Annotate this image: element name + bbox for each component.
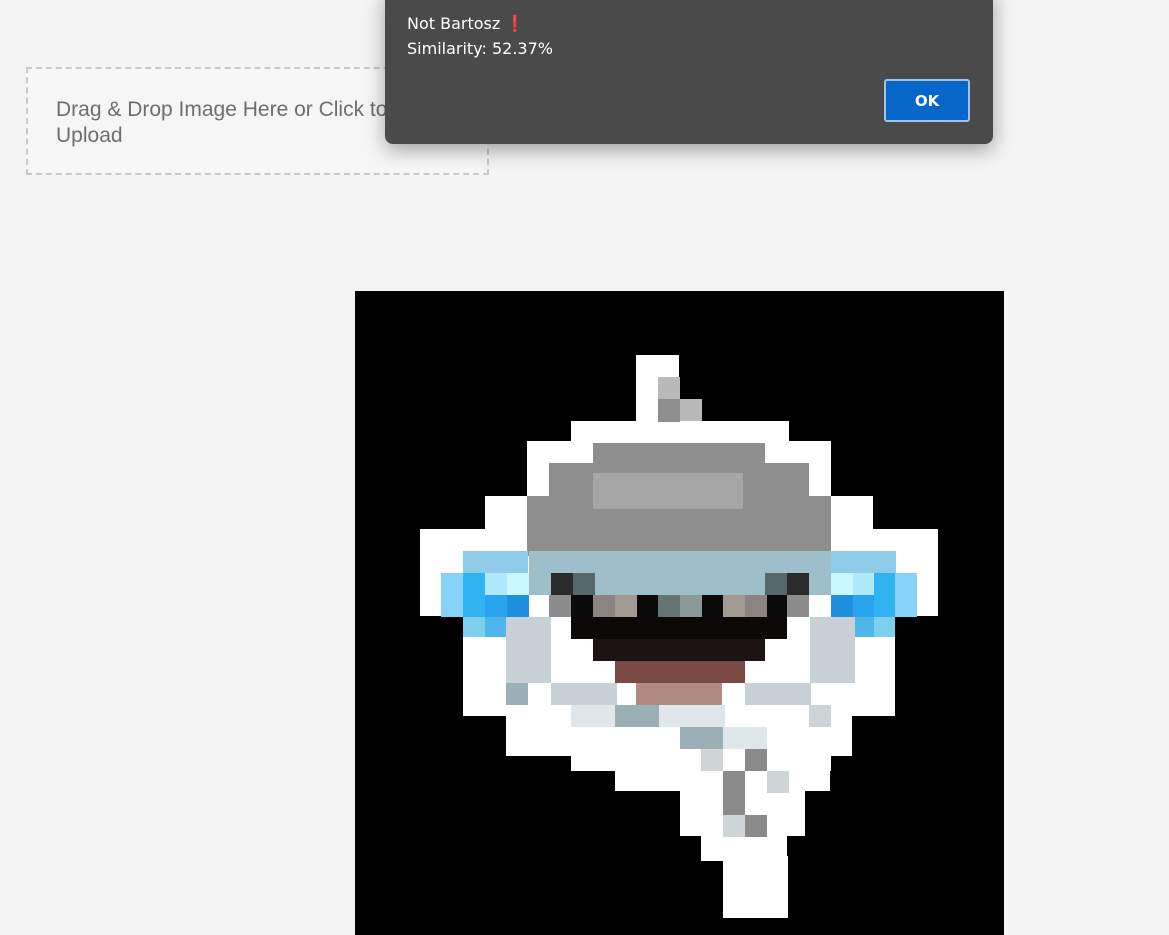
- result-line: Not Bartosz ❗: [407, 11, 553, 36]
- pixelated-crying-laughing-face-icon: [355, 291, 1004, 935]
- alert-dialog: Not Bartosz ❗ Similarity: 52.37% OK: [385, 0, 993, 144]
- similarity-text: Similarity: 52.37%: [407, 39, 553, 58]
- uploaded-image-preview: [355, 291, 1004, 935]
- exclamation-icon: ❗: [505, 14, 526, 33]
- result-text: Not Bartosz: [407, 14, 501, 33]
- ok-button[interactable]: OK: [884, 79, 970, 122]
- dialog-message: Not Bartosz ❗ Similarity: 52.37%: [407, 11, 553, 61]
